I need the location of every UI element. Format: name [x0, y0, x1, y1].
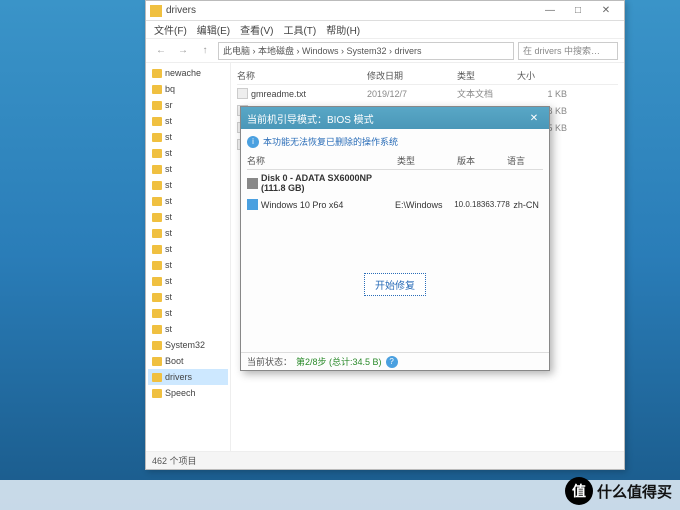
close-button[interactable]: ✕ — [592, 2, 620, 20]
menu-tools[interactable]: 工具(T) — [283, 22, 316, 37]
menu-bar: 文件(F) 编辑(E) 查看(V) 工具(T) 帮助(H) — [146, 21, 624, 39]
tree-node[interactable]: st — [148, 225, 228, 241]
folder-icon — [152, 389, 162, 398]
dcol-name: 名称 — [247, 154, 397, 167]
tree-node[interactable]: Speech — [148, 385, 228, 401]
dialog-info-message: i 本功能无法恢复已删除的操作系统 — [247, 135, 543, 148]
menu-help[interactable]: 帮助(H) — [326, 22, 360, 37]
back-button[interactable]: ← — [152, 42, 170, 60]
tree-node[interactable]: System32 — [148, 337, 228, 353]
tree-node[interactable]: st — [148, 273, 228, 289]
tree-node[interactable]: st — [148, 289, 228, 305]
menu-edit[interactable]: 编辑(E) — [197, 22, 230, 37]
col-size[interactable]: 大小 — [517, 69, 567, 82]
address-bar[interactable]: 此电脑 › 本地磁盘 › Windows › System32 › driver… — [218, 42, 514, 60]
dcol-lang: 语言 — [507, 154, 537, 167]
folder-icon — [152, 245, 162, 254]
tree-node[interactable]: st — [148, 241, 228, 257]
status-bar: 462 个项目 — [146, 451, 624, 469]
menu-file[interactable]: 文件(F) — [154, 22, 187, 37]
folder-icon — [152, 117, 162, 126]
watermark-text: 什么值得买 — [597, 481, 672, 502]
folder-tree[interactable]: newachebqsrststststststststststststststS… — [146, 63, 231, 451]
help-icon[interactable]: ? — [386, 356, 398, 368]
disk-icon — [247, 178, 258, 189]
status-progress: 第2/8步 (总计:34.5 B) — [296, 355, 382, 368]
dialog-title: 当前机引导模式：BIOS 模式 — [247, 111, 374, 126]
column-headers[interactable]: 名称 修改日期 类型 大小 — [237, 67, 618, 85]
explorer-titlebar[interactable]: drivers — □ ✕ — [146, 1, 624, 21]
search-input[interactable]: 在 drivers 中搜索… — [518, 42, 618, 60]
tree-node[interactable]: st — [148, 321, 228, 337]
tree-node[interactable]: bq — [148, 81, 228, 97]
tree-node[interactable]: st — [148, 305, 228, 321]
maximize-button[interactable]: □ — [564, 2, 592, 20]
tree-node[interactable]: st — [148, 257, 228, 273]
tree-node[interactable]: st — [148, 193, 228, 209]
watermark: 值 什么值得买 — [565, 477, 672, 505]
window-title: drivers — [166, 5, 196, 16]
col-date[interactable]: 修改日期 — [367, 69, 457, 82]
tree-node[interactable]: st — [148, 209, 228, 225]
tree-node[interactable]: st — [148, 129, 228, 145]
folder-icon — [152, 261, 162, 270]
tree-node[interactable]: sr — [148, 97, 228, 113]
folder-icon — [152, 69, 162, 78]
folder-icon — [152, 309, 162, 318]
dcol-version: 版本 — [457, 154, 507, 167]
up-button[interactable]: ↑ — [196, 42, 214, 60]
forward-button[interactable]: → — [174, 42, 192, 60]
folder-icon — [152, 325, 162, 334]
disk-row[interactable]: Disk 0 - ADATA SX6000NP (111.8 GB) — [247, 170, 543, 196]
folder-icon — [152, 133, 162, 142]
tree-node[interactable]: st — [148, 177, 228, 193]
dialog-close-button[interactable]: ✕ — [525, 110, 543, 126]
folder-icon — [152, 181, 162, 190]
folder-icon — [152, 149, 162, 158]
info-icon: i — [247, 136, 259, 148]
col-name[interactable]: 名称 — [237, 69, 367, 82]
file-icon — [237, 88, 248, 99]
col-type[interactable]: 类型 — [457, 69, 517, 82]
folder-icon — [152, 341, 162, 350]
folder-icon — [152, 293, 162, 302]
folder-icon — [152, 165, 162, 174]
folder-icon — [152, 277, 162, 286]
tree-node[interactable]: Boot — [148, 353, 228, 369]
minimize-button[interactable]: — — [536, 2, 564, 20]
watermark-badge: 值 — [565, 477, 593, 505]
folder-icon — [152, 213, 162, 222]
tree-node[interactable]: drivers — [148, 369, 228, 385]
dialog-titlebar[interactable]: 当前机引导模式：BIOS 模式 ✕ — [241, 107, 549, 129]
dialog-status-bar: 当前状态： 第2/8步 (总计:34.5 B) ? — [241, 352, 549, 370]
folder-icon — [152, 229, 162, 238]
dcol-type: 类型 — [397, 154, 457, 167]
boot-repair-dialog: 当前机引导模式：BIOS 模式 ✕ i 本功能无法恢复已删除的操作系统 名称 类… — [240, 106, 550, 371]
folder-icon — [152, 101, 162, 110]
start-repair-button[interactable]: 开始修复 — [364, 273, 426, 296]
folder-icon — [152, 197, 162, 206]
tree-node[interactable]: st — [148, 161, 228, 177]
tree-node[interactable]: newache — [148, 65, 228, 81]
folder-icon — [152, 357, 162, 366]
tree-node[interactable]: st — [148, 113, 228, 129]
folder-icon — [152, 373, 162, 382]
os-row[interactable]: Windows 10 Pro x64 E:\Windows 10.0.18363… — [247, 196, 543, 213]
folder-icon — [152, 85, 162, 94]
toolbar: ← → ↑ 此电脑 › 本地磁盘 › Windows › System32 › … — [146, 39, 624, 63]
windows-icon — [247, 199, 258, 210]
menu-view[interactable]: 查看(V) — [240, 22, 273, 37]
folder-icon — [150, 5, 162, 17]
file-row[interactable]: gmreadme.txt2019/12/7文本文档1 KB — [237, 85, 618, 102]
tree-node[interactable]: st — [148, 145, 228, 161]
dialog-columns: 名称 类型 版本 语言 — [247, 152, 543, 170]
